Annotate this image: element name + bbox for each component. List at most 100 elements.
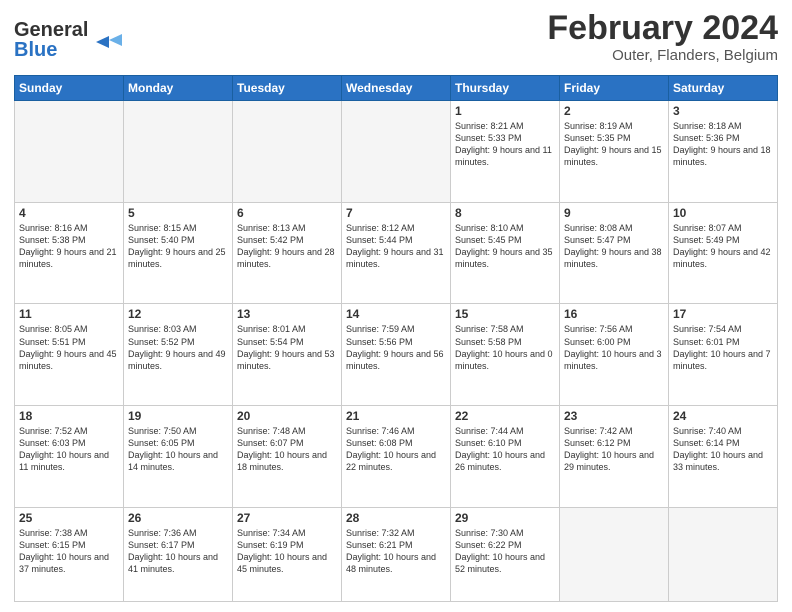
logo: General Blue [14, 14, 124, 69]
day-number: 27 [237, 511, 337, 525]
day-info: Sunrise: 8:07 AM Sunset: 5:49 PM Dayligh… [673, 222, 773, 271]
day-info: Sunrise: 8:03 AM Sunset: 5:52 PM Dayligh… [128, 323, 228, 372]
day-number: 28 [346, 511, 446, 525]
calendar-cell: 8 Sunrise: 8:10 AM Sunset: 5:45 PM Daylig… [451, 202, 560, 304]
calendar-cell: 27 Sunrise: 7:34 AM Sunset: 6:19 PM Dayli… [233, 507, 342, 601]
calendar-cell: 20 Sunrise: 7:48 AM Sunset: 6:07 PM Dayli… [233, 406, 342, 508]
day-number: 25 [19, 511, 119, 525]
day-info: Sunrise: 7:42 AM Sunset: 6:12 PM Dayligh… [564, 425, 664, 474]
calendar-cell: 3Sunrise: 8:18 AM Sunset: 5:36 PM Daylig… [669, 101, 778, 203]
calendar-cell: 7 Sunrise: 8:12 AM Sunset: 5:44 PM Daylig… [342, 202, 451, 304]
day-info: Sunrise: 7:34 AM Sunset: 6:19 PM Dayligh… [237, 527, 337, 576]
day-info: Sunrise: 8:12 AM Sunset: 5:44 PM Dayligh… [346, 222, 446, 271]
day-info: Sunrise: 7:54 AM Sunset: 6:01 PM Dayligh… [673, 323, 773, 372]
svg-text:Blue: Blue [14, 39, 57, 61]
column-header-wednesday: Wednesday [342, 76, 451, 101]
day-number: 29 [455, 511, 555, 525]
day-number: 4 [19, 206, 119, 220]
header: General Blue February 2024 Outer, Flande… [14, 10, 778, 69]
day-number: 6 [237, 206, 337, 220]
day-number: 21 [346, 409, 446, 423]
day-number: 1 [455, 104, 555, 118]
day-info: Sunrise: 7:52 AM Sunset: 6:03 PM Dayligh… [19, 425, 119, 474]
day-number: 20 [237, 409, 337, 423]
day-number: 14 [346, 307, 446, 321]
calendar-cell [124, 101, 233, 203]
calendar-cell: 24 Sunrise: 7:40 AM Sunset: 6:14 PM Dayli… [669, 406, 778, 508]
calendar-cell [233, 101, 342, 203]
day-number: 15 [455, 307, 555, 321]
calendar-cell: 28 Sunrise: 7:32 AM Sunset: 6:21 PM Dayli… [342, 507, 451, 601]
calendar-cell: 21 Sunrise: 7:46 AM Sunset: 6:08 PM Dayli… [342, 406, 451, 508]
week-row-4: 25 Sunrise: 7:38 AM Sunset: 6:15 PM Dayli… [15, 507, 778, 601]
day-info: Sunrise: 7:40 AM Sunset: 6:14 PM Dayligh… [673, 425, 773, 474]
day-info: Sunrise: 8:16 AM Sunset: 5:38 PM Dayligh… [19, 222, 119, 271]
day-info: Sunrise: 8:08 AM Sunset: 5:47 PM Dayligh… [564, 222, 664, 271]
calendar-cell: 6 Sunrise: 8:13 AM Sunset: 5:42 PM Daylig… [233, 202, 342, 304]
calendar-cell: 11Sunrise: 8:05 AM Sunset: 5:51 PM Dayli… [15, 304, 124, 406]
day-number: 3 [673, 104, 773, 118]
column-header-sunday: Sunday [15, 76, 124, 101]
day-info: Sunrise: 7:38 AM Sunset: 6:15 PM Dayligh… [19, 527, 119, 576]
day-info: Sunrise: 8:19 AM Sunset: 5:35 PM Dayligh… [564, 120, 664, 169]
calendar-cell: 10 Sunrise: 8:07 AM Sunset: 5:49 PM Dayli… [669, 202, 778, 304]
week-row-0: 1 Sunrise: 8:21 AM Sunset: 5:33 PM Daylig… [15, 101, 778, 203]
day-number: 10 [673, 206, 773, 220]
calendar-cell: 25 Sunrise: 7:38 AM Sunset: 6:15 PM Dayli… [15, 507, 124, 601]
day-info: Sunrise: 8:21 AM Sunset: 5:33 PM Dayligh… [455, 120, 555, 169]
day-info: Sunrise: 8:15 AM Sunset: 5:40 PM Dayligh… [128, 222, 228, 271]
day-number: 7 [346, 206, 446, 220]
month-title: February 2024 [547, 10, 778, 47]
day-number: 26 [128, 511, 228, 525]
day-info: Sunrise: 7:58 AM Sunset: 5:58 PM Dayligh… [455, 323, 555, 372]
column-header-friday: Friday [560, 76, 669, 101]
svg-text:General: General [14, 19, 88, 41]
week-row-2: 11Sunrise: 8:05 AM Sunset: 5:51 PM Dayli… [15, 304, 778, 406]
column-header-thursday: Thursday [451, 76, 560, 101]
day-number: 24 [673, 409, 773, 423]
calendar-cell [15, 101, 124, 203]
header-row: SundayMondayTuesdayWednesdayThursdayFrid… [15, 76, 778, 101]
day-info: Sunrise: 7:30 AM Sunset: 6:22 PM Dayligh… [455, 527, 555, 576]
day-info: Sunrise: 7:50 AM Sunset: 6:05 PM Dayligh… [128, 425, 228, 474]
column-header-monday: Monday [124, 76, 233, 101]
column-header-saturday: Saturday [669, 76, 778, 101]
location: Outer, Flanders, Belgium [547, 47, 778, 64]
title-block: February 2024 Outer, Flanders, Belgium [547, 10, 778, 64]
day-info: Sunrise: 7:32 AM Sunset: 6:21 PM Dayligh… [346, 527, 446, 576]
day-info: Sunrise: 8:13 AM Sunset: 5:42 PM Dayligh… [237, 222, 337, 271]
day-number: 9 [564, 206, 664, 220]
day-info: Sunrise: 7:48 AM Sunset: 6:07 PM Dayligh… [237, 425, 337, 474]
calendar-header: SundayMondayTuesdayWednesdayThursdayFrid… [15, 76, 778, 101]
calendar-cell: 15 Sunrise: 7:58 AM Sunset: 5:58 PM Dayli… [451, 304, 560, 406]
calendar-table: SundayMondayTuesdayWednesdayThursdayFrid… [14, 75, 778, 602]
calendar-cell [342, 101, 451, 203]
day-number: 13 [237, 307, 337, 321]
calendar-cell: 9 Sunrise: 8:08 AM Sunset: 5:47 PM Daylig… [560, 202, 669, 304]
calendar-cell: 16Sunrise: 7:56 AM Sunset: 6:00 PM Dayli… [560, 304, 669, 406]
day-number: 12 [128, 307, 228, 321]
day-number: 19 [128, 409, 228, 423]
calendar-cell: 18 Sunrise: 7:52 AM Sunset: 6:03 PM Dayli… [15, 406, 124, 508]
day-number: 8 [455, 206, 555, 220]
calendar-cell: 13Sunrise: 8:01 AM Sunset: 5:54 PM Dayli… [233, 304, 342, 406]
day-info: Sunrise: 7:36 AM Sunset: 6:17 PM Dayligh… [128, 527, 228, 576]
calendar-body: 1 Sunrise: 8:21 AM Sunset: 5:33 PM Daylig… [15, 101, 778, 602]
day-info: Sunrise: 7:56 AM Sunset: 6:00 PM Dayligh… [564, 323, 664, 372]
day-info: Sunrise: 7:44 AM Sunset: 6:10 PM Dayligh… [455, 425, 555, 474]
calendar-cell: 17Sunrise: 7:54 AM Sunset: 6:01 PM Dayli… [669, 304, 778, 406]
calendar-cell: 12 Sunrise: 8:03 AM Sunset: 5:52 PM Dayli… [124, 304, 233, 406]
week-row-3: 18 Sunrise: 7:52 AM Sunset: 6:03 PM Dayli… [15, 406, 778, 508]
day-info: Sunrise: 8:10 AM Sunset: 5:45 PM Dayligh… [455, 222, 555, 271]
week-row-1: 4 Sunrise: 8:16 AM Sunset: 5:38 PM Daylig… [15, 202, 778, 304]
calendar-cell: 22Sunrise: 7:44 AM Sunset: 6:10 PM Dayli… [451, 406, 560, 508]
calendar-cell: 29 Sunrise: 7:30 AM Sunset: 6:22 PM Dayli… [451, 507, 560, 601]
day-number: 18 [19, 409, 119, 423]
day-info: Sunrise: 7:46 AM Sunset: 6:08 PM Dayligh… [346, 425, 446, 474]
calendar-cell: 14Sunrise: 7:59 AM Sunset: 5:56 PM Dayli… [342, 304, 451, 406]
day-number: 2 [564, 104, 664, 118]
calendar-cell: 5Sunrise: 8:15 AM Sunset: 5:40 PM Daylig… [124, 202, 233, 304]
calendar: SundayMondayTuesdayWednesdayThursdayFrid… [14, 75, 778, 602]
day-number: 23 [564, 409, 664, 423]
calendar-cell: 26 Sunrise: 7:36 AM Sunset: 6:17 PM Dayli… [124, 507, 233, 601]
